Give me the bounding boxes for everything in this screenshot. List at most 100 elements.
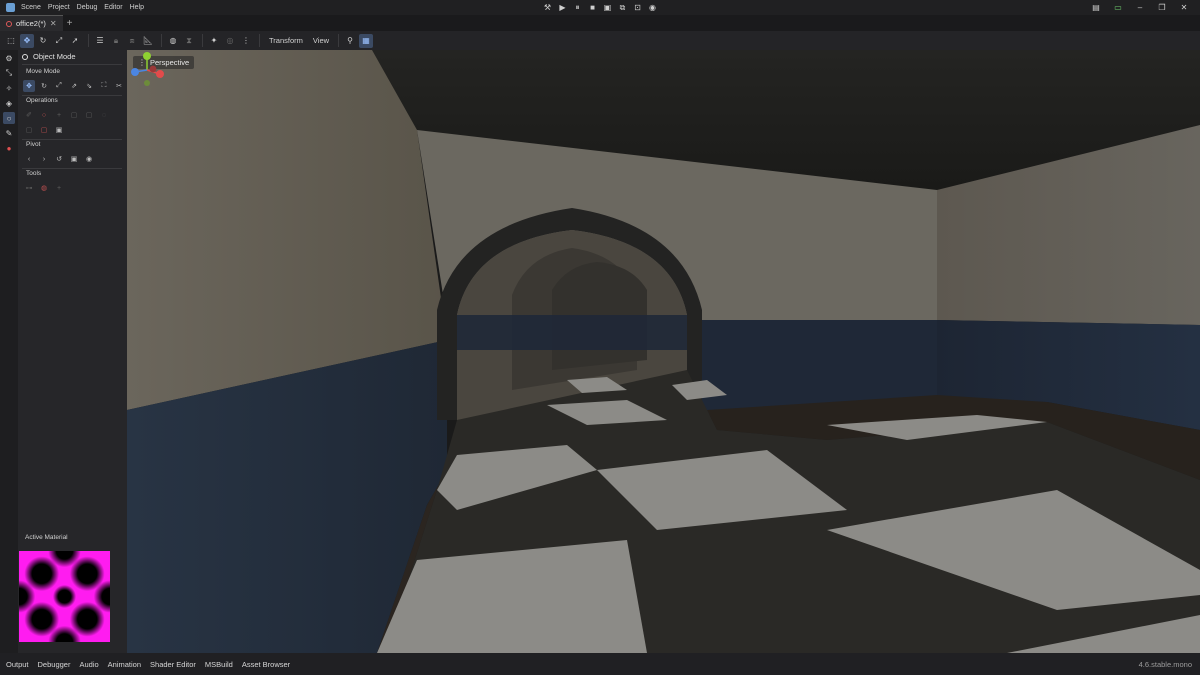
select-mode-icon[interactable]: ⬚ — [4, 34, 18, 48]
plus-icon: + — [66, 17, 73, 29]
scene-render — [127, 50, 1200, 653]
plus-tool-icon[interactable]: + — [53, 182, 65, 194]
tab-office2[interactable]: office2(*) ✕ — [0, 15, 63, 31]
toolbar-divider — [161, 34, 162, 47]
pointer-icon[interactable]: ➚ — [68, 34, 82, 48]
chevron-right-icon[interactable]: › — [38, 153, 50, 165]
add-icon[interactable]: + — [53, 109, 65, 121]
version-label: 4.6.stable.mono — [1138, 660, 1192, 669]
tab-label: office2(*) — [16, 19, 46, 28]
vertex-select-icon[interactable]: ▣ — [53, 124, 65, 136]
menu-project[interactable]: Project — [48, 4, 70, 11]
gizmo-neg-x-dot — [149, 65, 157, 73]
rotate-pivot-icon[interactable]: ↺ — [53, 153, 65, 165]
rotate-mode-icon[interactable]: ↻ — [36, 34, 50, 48]
toolbar-divider — [338, 34, 340, 47]
menu-editor[interactable]: Editor — [104, 4, 122, 11]
operations-row-2: ▢ ▢ ▣ — [23, 124, 65, 136]
settings-gear-icon[interactable]: ⚙ — [3, 52, 15, 64]
gizmo-y-dot — [143, 52, 151, 60]
grid-icon[interactable]: ▦ — [359, 33, 374, 48]
brush-icon[interactable]: ✎ — [3, 127, 15, 139]
move-mode-icon[interactable]: ✥ — [20, 33, 34, 48]
axis-gizmo[interactable] — [127, 50, 167, 90]
circle-tool-icon[interactable]: ○ — [3, 112, 15, 124]
menu-debug[interactable]: Debug — [77, 4, 98, 11]
tab-asset-browser[interactable]: Asset Browser — [242, 660, 290, 669]
tab-debugger[interactable]: Debugger — [38, 660, 71, 669]
cylinder-icon[interactable]: ▢ — [83, 109, 95, 121]
tab-animation[interactable]: Animation — [108, 660, 141, 669]
tools-heading: Tools — [26, 170, 42, 177]
ruler-icon[interactable]: 📐︎ — [141, 34, 155, 48]
paint-icon[interactable]: ✐ — [23, 109, 35, 121]
transform-tool-icon[interactable]: ✧ — [3, 82, 15, 94]
group-icon[interactable]: ⧈ — [125, 34, 139, 48]
scale-icon[interactable]: ⤢ — [53, 80, 65, 92]
subtract-icon[interactable]: ○ — [38, 109, 50, 121]
scale-mode-icon[interactable]: ⤢ — [52, 34, 66, 48]
play-custom-scene-icon[interactable]: ⊡ — [632, 2, 643, 13]
center-pivot-icon[interactable]: ▣ — [68, 153, 80, 165]
divider — [22, 64, 122, 65]
object-mode-label: Object Mode — [33, 52, 76, 61]
translate-icon[interactable]: ✥ — [23, 80, 35, 92]
environment-icon[interactable]: ◎ — [223, 34, 237, 48]
tab-close-icon[interactable]: ✕ — [50, 19, 57, 28]
edge-select-icon[interactable]: ▢ — [38, 124, 50, 136]
tab-output[interactable]: Output — [6, 660, 29, 669]
gizmo-x-dot — [156, 70, 164, 78]
hammer-icon[interactable]: ⚒ — [542, 2, 553, 13]
extrude-icon[interactable]: ⇗ — [68, 80, 80, 92]
divider — [22, 168, 122, 169]
object-mode-selector[interactable]: Object Mode — [22, 52, 76, 61]
face-select-icon[interactable]: ▢ — [23, 124, 35, 136]
divider — [22, 139, 122, 140]
pause-icon[interactable]: ⏸ — [572, 2, 583, 13]
chevron-left-icon[interactable]: ‹ — [23, 153, 35, 165]
material-icon[interactable]: ● — [3, 142, 15, 154]
movie-maker-icon[interactable]: ◉ — [647, 2, 658, 13]
add-tab-button[interactable]: + — [63, 15, 77, 31]
stop-icon[interactable]: ■ — [587, 2, 598, 13]
menu-help[interactable]: Help — [130, 4, 144, 11]
target-pivot-icon[interactable]: ◉ — [83, 153, 95, 165]
close-icon[interactable]: ✕ — [1178, 2, 1190, 13]
active-material-swatch[interactable] — [19, 551, 110, 642]
remote-debug-icon[interactable]: ▣ — [602, 2, 613, 13]
measure-icon[interactable]: ⊶ — [23, 182, 35, 194]
menu-scene[interactable]: Scene — [21, 4, 41, 11]
cursor-icon[interactable]: ⤡ — [3, 67, 15, 79]
document-icon[interactable]: ▤ — [1090, 2, 1102, 13]
3d-viewport[interactable]: ⋮ Perspective — [127, 50, 1200, 653]
tab-msbuild[interactable]: MSBuild — [205, 660, 233, 669]
list-select-icon[interactable]: ☰ — [93, 34, 107, 48]
tab-audio[interactable]: Audio — [79, 660, 98, 669]
pin-icon[interactable]: ⚲ — [343, 34, 357, 48]
lock-icon[interactable]: 🔒︎ — [109, 34, 123, 48]
divider — [22, 95, 122, 96]
tab-shader-editor[interactable]: Shader Editor — [150, 660, 196, 669]
play-icon[interactable]: ▶ — [557, 2, 568, 13]
local-space-icon[interactable]: ◍ — [166, 34, 180, 48]
play-scene-icon[interactable]: ⧉ — [617, 2, 628, 13]
box-icon[interactable]: ▢ — [68, 109, 80, 121]
inset-icon[interactable]: ⇘ — [83, 80, 95, 92]
snap-icon[interactable]: ⧗ — [182, 34, 196, 48]
monitor-icon[interactable]: ▭ — [1112, 2, 1124, 13]
minimize-icon[interactable]: – — [1134, 2, 1146, 13]
more-options-icon[interactable]: ⋮ — [239, 34, 253, 48]
rotate-icon[interactable]: ↻ — [38, 80, 50, 92]
sun-icon[interactable]: ✦ — [207, 34, 221, 48]
sphere-icon[interactable]: ◌ — [98, 109, 110, 121]
brush-tool-icon[interactable]: ◍ — [38, 182, 50, 194]
viewport-toolbar: ⬚ ✥ ↻ ⤢ ➚ ☰ 🔒︎ ⧈ 📐︎ ◍ ⧗ ✦ ◎ ⋮ Transform … — [0, 31, 1200, 50]
scissors-icon[interactable]: ✂ — [113, 80, 125, 92]
maximize-icon[interactable]: ❐ — [1156, 2, 1168, 13]
expand-icon[interactable]: ⛶ — [98, 80, 110, 92]
operations-heading: Operations — [26, 97, 58, 104]
vertex-icon[interactable]: ◈ — [3, 97, 15, 109]
transform-menu[interactable]: Transform — [269, 36, 303, 45]
move-mode-heading: Move Mode — [26, 68, 60, 75]
view-menu[interactable]: View — [313, 36, 329, 45]
